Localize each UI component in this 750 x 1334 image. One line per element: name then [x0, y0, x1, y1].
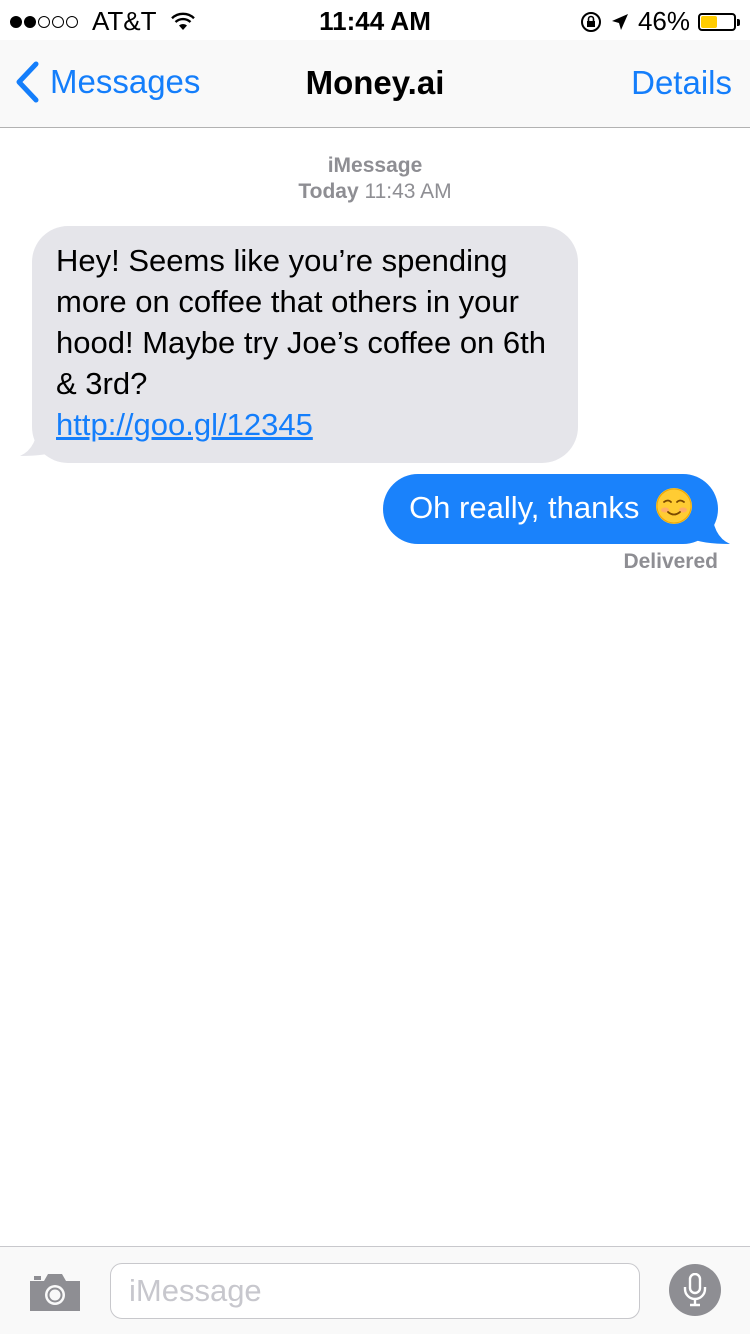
message-link[interactable]: http://goo.gl/12345 [56, 404, 554, 445]
message-input[interactable] [110, 1263, 640, 1319]
microphone-icon [683, 1273, 707, 1307]
location-arrow-icon [611, 13, 628, 30]
service-label: iMessage [327, 154, 423, 177]
message-input-bar [0, 1246, 750, 1334]
battery-icon [698, 12, 740, 31]
outgoing-message-text: Oh really, thanks [409, 490, 640, 525]
orientation-lock-icon [580, 11, 601, 32]
outgoing-message-bubble[interactable]: Oh really, thanks [383, 474, 718, 544]
incoming-message-text: Hey! Seems like you’re spending more on … [56, 243, 547, 401]
message-timestamp: Today 11:43 AM [0, 180, 750, 204]
battery-level-fill [701, 15, 717, 28]
battery-percentage: 46% [637, 6, 690, 36]
timestamp-time: 11:43 AM [364, 180, 452, 203]
camera-icon[interactable] [28, 1271, 82, 1313]
status-right: 46% [580, 6, 740, 37]
messages-screen: AT&T 11:44 AM 46% Messages Money.ai Deta… [0, 0, 750, 1334]
details-button[interactable]: Details [631, 64, 732, 102]
smiling-face-emoji-icon [656, 488, 692, 524]
incoming-message-bubble[interactable]: Hey! Seems like you’re spending more on … [32, 226, 578, 463]
delivery-status: Delivered [623, 550, 718, 573]
microphone-button[interactable] [669, 1264, 721, 1316]
timestamp-day: Today [298, 180, 359, 203]
navigation-bar: Messages Money.ai Details [0, 40, 750, 128]
status-bar: AT&T 11:44 AM 46% [0, 0, 750, 40]
